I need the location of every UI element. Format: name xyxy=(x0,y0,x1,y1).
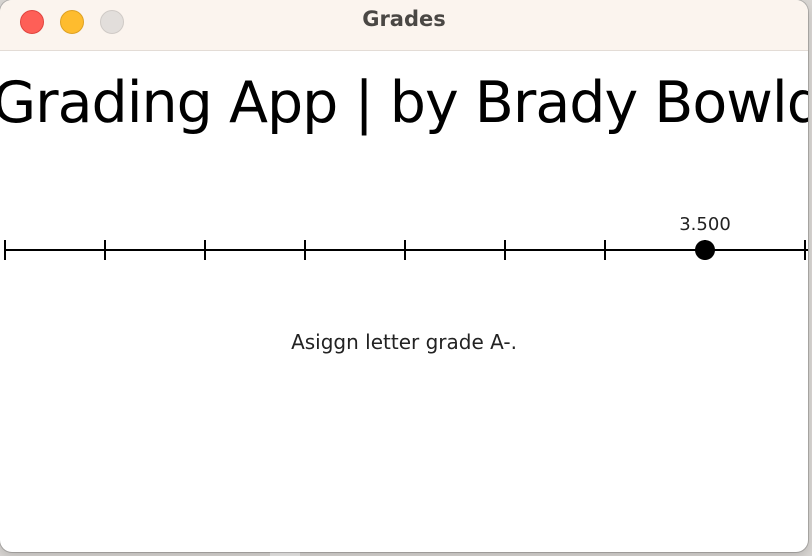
grades-window: Grades Grading App | by Brady Bowlden 3.… xyxy=(0,0,808,552)
slider-knob[interactable] xyxy=(695,240,715,260)
title-bar[interactable]: Grades xyxy=(0,0,808,51)
slider-value-label: 3.500 xyxy=(679,214,731,235)
app-heading: Grading App | by Brady Bowlden xyxy=(0,70,808,136)
window-title: Grades xyxy=(362,7,446,31)
grade-slider[interactable]: 3.500 xyxy=(0,200,808,280)
status-message: Asiggn letter grade A-. xyxy=(291,330,517,354)
